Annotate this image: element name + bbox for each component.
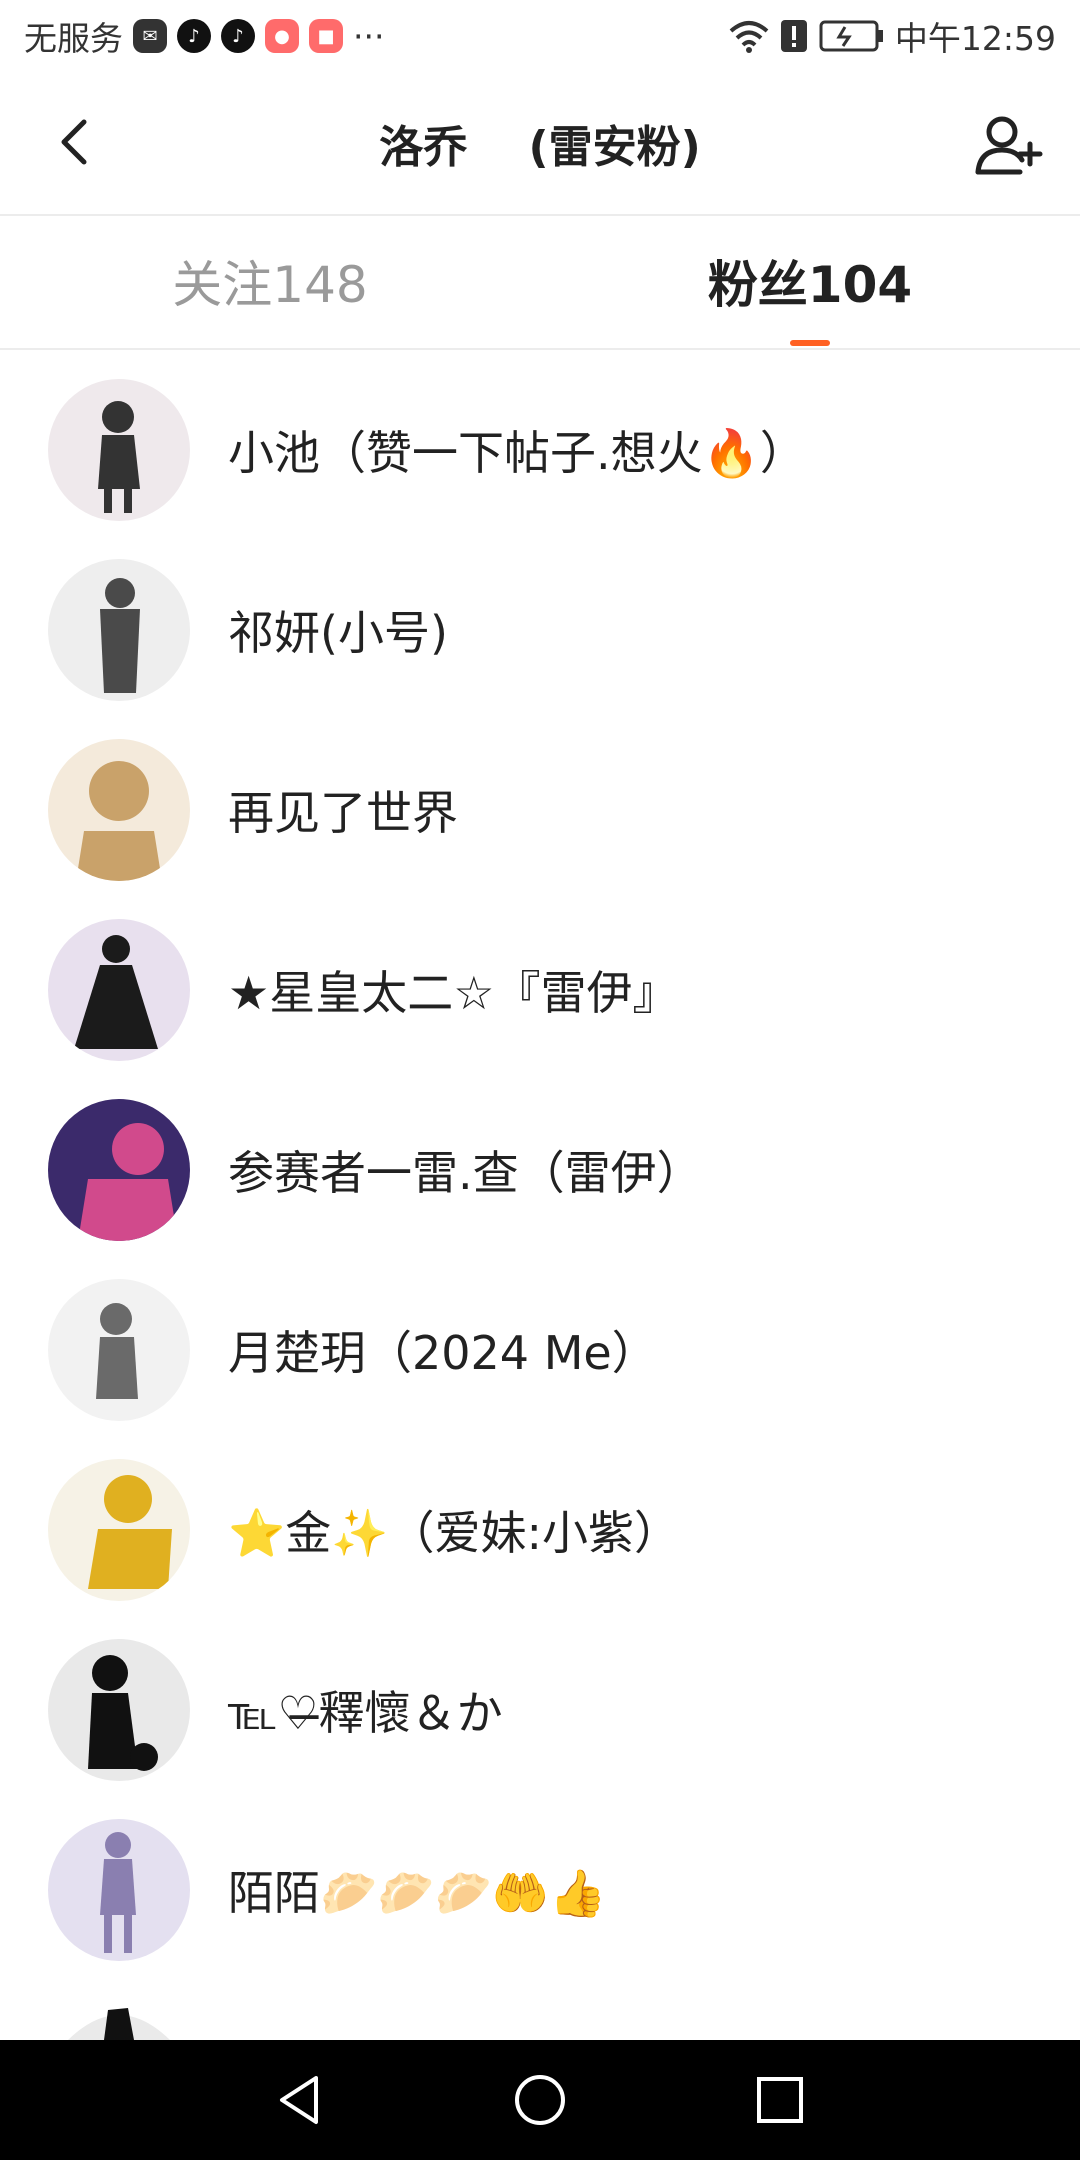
clock: 中午12:59: [894, 19, 1056, 58]
list-item[interactable]: ⭐金✨（爱妹:小紫）: [0, 1440, 1080, 1620]
username[interactable]: ⭐金✨（爱妹:小紫）: [228, 1497, 680, 1563]
avatar-image: [48, 379, 190, 521]
wifi-icon: [729, 21, 769, 53]
recents-square-icon[interactable]: [750, 2070, 810, 2130]
avatar-image: [48, 1099, 190, 1241]
avatar-image: [48, 1459, 190, 1601]
username[interactable]: 月楚玥（2024 Me）: [228, 1317, 658, 1383]
page-title: 洛乔 (雷安粉): [379, 122, 701, 173]
list-item[interactable]: 陌陌🥟🥟🥟🤲👍: [0, 1800, 1080, 1980]
alert-icon: [780, 20, 807, 52]
app-icon: ●: [265, 19, 299, 53]
avatar[interactable]: [48, 1279, 190, 1421]
battery-charging-icon: [819, 20, 883, 52]
avatar-image: [48, 739, 190, 881]
status-left: 无服务 ✉ ♪ ♪ ● ■ ···: [24, 12, 384, 60]
chevron-left-icon[interactable]: [46, 112, 106, 172]
avatar[interactable]: [48, 739, 190, 881]
username[interactable]: 小池（赞一下帖子.想火🔥）: [228, 417, 806, 483]
avatar[interactable]: [48, 379, 190, 521]
back-triangle-icon[interactable]: [270, 2070, 330, 2130]
avatar-image: [48, 559, 190, 701]
list-item[interactable]: ℡♡̶釋懷＆か: [0, 1620, 1080, 1800]
avatar-image: [48, 919, 190, 1061]
list-item[interactable]: 月楚玥（2024 Me）: [0, 1260, 1080, 1440]
list-item[interactable]: 参赛者一雷.查（雷伊）: [0, 1080, 1080, 1260]
active-tab-indicator: [790, 340, 830, 346]
avatar[interactable]: [48, 1459, 190, 1601]
username[interactable]: 再见了世界: [228, 777, 458, 843]
tab-fans[interactable]: 粉丝104: [630, 216, 990, 346]
avatar-image: [48, 1639, 190, 1781]
system-nav-bar: [0, 2040, 1080, 2160]
list-item[interactable]: 再见了世界: [0, 720, 1080, 900]
list-item[interactable]: ★星皇太二☆『雷伊』: [0, 900, 1080, 1080]
fans-list: 小池（赞一下帖子.想火🔥） 祁妍(小号) 再见了世界 ★星皇太二☆『雷伊』 参赛…: [0, 360, 1080, 1980]
status-bar: 无服务 ✉ ♪ ♪ ● ■ ··· 中午12:59: [0, 0, 1080, 72]
username[interactable]: 祁妍(小号): [228, 597, 448, 663]
tab-bar: 关注148 粉丝104: [0, 216, 1080, 346]
avatar[interactable]: [48, 1099, 190, 1241]
username[interactable]: ★星皇太二☆『雷伊』: [228, 957, 678, 1023]
list-item[interactable]: 小池（赞一下帖子.想火🔥）: [0, 360, 1080, 540]
list-item-partial: [48, 2000, 190, 2040]
carrier-text: 无服务: [24, 19, 123, 58]
avatar[interactable]: [48, 1639, 190, 1781]
avatar[interactable]: [48, 919, 190, 1061]
huawei-icon: ■: [309, 19, 343, 53]
avatar-image: [48, 1819, 190, 1961]
tab-following[interactable]: 关注148: [90, 216, 450, 346]
username[interactable]: 陌陌🥟🥟🥟🤲👍: [228, 1857, 606, 1923]
username[interactable]: 参赛者一雷.查（雷伊）: [228, 1137, 703, 1203]
list-item[interactable]: 祁妍(小号): [0, 540, 1080, 720]
add-user-icon[interactable]: [972, 108, 1044, 180]
username[interactable]: ℡♡̶釋懷＆か: [228, 1677, 503, 1743]
status-right: 中午12:59: [729, 12, 1056, 60]
more-notifications: ···: [353, 16, 385, 56]
tiktok-icon: ♪: [221, 19, 255, 53]
avatar[interactable]: [48, 559, 190, 701]
avatar-image: [48, 1279, 190, 1421]
tiktok-icon: ♪: [177, 19, 211, 53]
tabs-divider: [0, 348, 1080, 350]
mail-icon: ✉: [133, 19, 167, 53]
top-nav-bar: 洛乔 (雷安粉): [0, 72, 1080, 214]
avatar[interactable]: [48, 1819, 190, 1961]
home-circle-icon[interactable]: [510, 2070, 570, 2130]
avatar-partial: [68, 2008, 170, 2040]
